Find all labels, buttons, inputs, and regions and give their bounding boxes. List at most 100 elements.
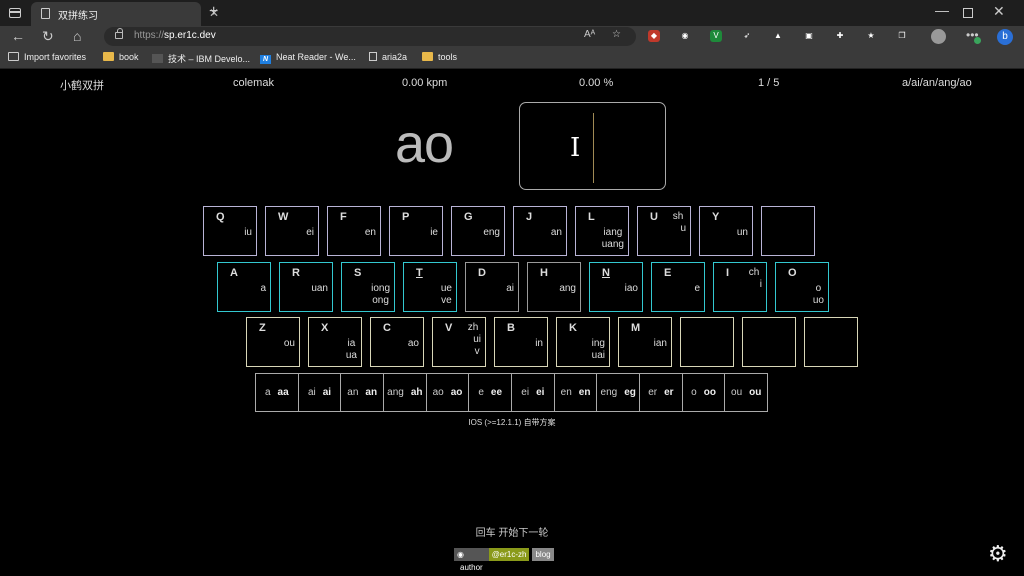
key-final: iang — [603, 227, 623, 238]
read-aloud-icon[interactable]: Aᴬ — [584, 29, 595, 40]
github-author-badge[interactable]: ◉ author — [454, 548, 489, 572]
key-letter: M — [631, 322, 641, 334]
key-initial: zh — [467, 322, 479, 333]
close-window-button[interactable]: ✕ — [993, 3, 1005, 20]
key-m: Mian — [618, 317, 672, 367]
bookmark-neat-reader[interactable]: N Neat Reader - We... — [260, 52, 356, 64]
bookmark-ibm[interactable]: 技术 – IBM Develo... — [152, 52, 250, 65]
zero-initial-table: a aa ai ai an an ang ah ao ao e ee ei ei en en eng eg er er… — [255, 373, 768, 412]
answer-input[interactable]: I — [519, 102, 666, 190]
key-q: Qiu — [203, 206, 257, 256]
address-bar[interactable]: https://sp.er1c.dev Aᴬ ☆ — [104, 27, 636, 46]
ibm-icon — [152, 54, 163, 63]
settings-gear-icon[interactable]: ⚙ — [988, 541, 1008, 567]
bookmark-aria2a[interactable]: aria2a — [369, 52, 407, 62]
bookmark-tools[interactable]: tools — [422, 52, 457, 62]
zero-initial-cell: er er — [640, 374, 683, 411]
key-u: Ush u — [637, 206, 691, 256]
key-letter: E — [664, 267, 672, 279]
key-final: v — [474, 346, 480, 357]
key-final: iao — [624, 283, 638, 294]
key-final: a — [260, 283, 266, 294]
syllable-code: eg — [624, 387, 636, 398]
key-letter: W — [278, 211, 289, 223]
mountain-extension-icon[interactable]: ▲ — [772, 30, 784, 42]
eye-extension-icon[interactable]: ◉ — [679, 30, 691, 42]
key-b: Bin — [494, 317, 548, 367]
syllable: en — [560, 387, 572, 398]
key-t: Tue ve — [403, 262, 457, 312]
zero-initial-cell: e ee — [469, 374, 513, 411]
key-final: o — [815, 283, 822, 294]
zero-initial-cell: o oo — [683, 374, 726, 411]
tab-actions-icon[interactable] — [9, 8, 21, 18]
new-tab-button[interactable]: + — [209, 3, 218, 21]
bookmark-book[interactable]: book — [103, 52, 139, 62]
text-cursor-icon: I — [570, 133, 581, 163]
tab-active[interactable]: 双拼练习 ✕ — [31, 2, 219, 26]
key-final: uai — [591, 350, 605, 361]
lock-icon[interactable] — [115, 28, 123, 39]
key-empty — [742, 317, 796, 367]
key-letter: N — [602, 267, 610, 279]
key-e: Ee — [651, 262, 705, 312]
key-empty — [761, 206, 815, 256]
browser-toolbar: ← ↻ ⌂ https://sp.er1c.dev Aᴬ ☆ ◆ ◉ V ➶ ▲ ▣ ✚ ★ ❐… — [0, 26, 1024, 48]
syllable-code: ao — [450, 387, 463, 398]
key-n: Niao — [589, 262, 643, 312]
blog-badge[interactable]: blog — [532, 548, 554, 561]
scheme-name: 小鹤双拼 — [60, 80, 104, 92]
key-final: an — [550, 227, 562, 238]
arrow-extension-icon[interactable]: ➶ — [741, 30, 753, 42]
syllable: eng — [600, 387, 618, 398]
key-letter: D — [478, 267, 486, 279]
syllable-code: ei — [536, 387, 545, 398]
key-final: ong — [372, 295, 389, 306]
ublock-icon[interactable]: ◆ — [648, 30, 660, 42]
syllable-code: aa — [277, 387, 289, 398]
key-final: uan — [311, 283, 328, 294]
key-final: ian — [653, 338, 667, 349]
collections-icon[interactable]: ❐ — [896, 30, 908, 42]
refresh-icon[interactable]: ↻ — [42, 28, 54, 45]
syllable-code: er — [664, 387, 674, 398]
profile-avatar[interactable] — [931, 29, 946, 44]
key-x: Xia ua — [308, 317, 362, 367]
key-final: en — [364, 227, 376, 238]
key-letter: V — [445, 322, 453, 334]
zero-initial-cell: ou ou — [725, 374, 767, 411]
key-initial: sh — [672, 211, 684, 222]
puzzle-extension-icon[interactable]: ✚ — [834, 30, 846, 42]
key-empty — [680, 317, 734, 367]
bookmark-import-favorites[interactable]: Import favorites — [8, 52, 86, 62]
neat-reader-icon: N — [260, 55, 271, 64]
accuracy-stat: 0.00 % — [579, 77, 614, 89]
home-icon[interactable]: ⌂ — [73, 28, 81, 44]
back-icon[interactable]: ← — [11, 28, 25, 44]
zero-initial-cell: eng eg — [597, 374, 641, 411]
restart-hint: 回车 开始下一轮 — [475, 528, 549, 539]
key-k: King uai — [556, 317, 610, 367]
minimize-button[interactable]: — — [935, 2, 949, 18]
bing-chat-icon[interactable]: b — [997, 29, 1013, 45]
maximize-button[interactable] — [963, 8, 973, 18]
page-icon — [41, 8, 50, 19]
syllable-code: en — [578, 387, 591, 398]
key-letter: H — [540, 267, 548, 279]
key-final: i — [759, 279, 762, 290]
url-text[interactable]: https://sp.er1c.dev — [134, 30, 216, 41]
key-final: eng — [483, 227, 500, 238]
key-s: Siong ong — [341, 262, 395, 312]
game-extension-icon[interactable]: ▣ — [803, 30, 815, 42]
author-handle-badge[interactable]: @er1c-zh — [488, 548, 530, 561]
favorite-star-icon[interactable]: ☆ — [612, 29, 621, 40]
key-final: uo — [812, 295, 824, 306]
syllable: ang — [387, 387, 404, 398]
syllable-code: an — [365, 387, 378, 398]
syllable-code: ee — [490, 387, 503, 398]
bookmarks-bar: Import favorites book 技术 – IBM Develo...… — [0, 48, 1024, 69]
zero-initial-cell: a aa — [256, 374, 299, 411]
favorites-icon[interactable]: ★ — [865, 30, 877, 42]
key-final: iong — [371, 283, 390, 294]
v-extension-icon[interactable]: V — [710, 30, 722, 42]
